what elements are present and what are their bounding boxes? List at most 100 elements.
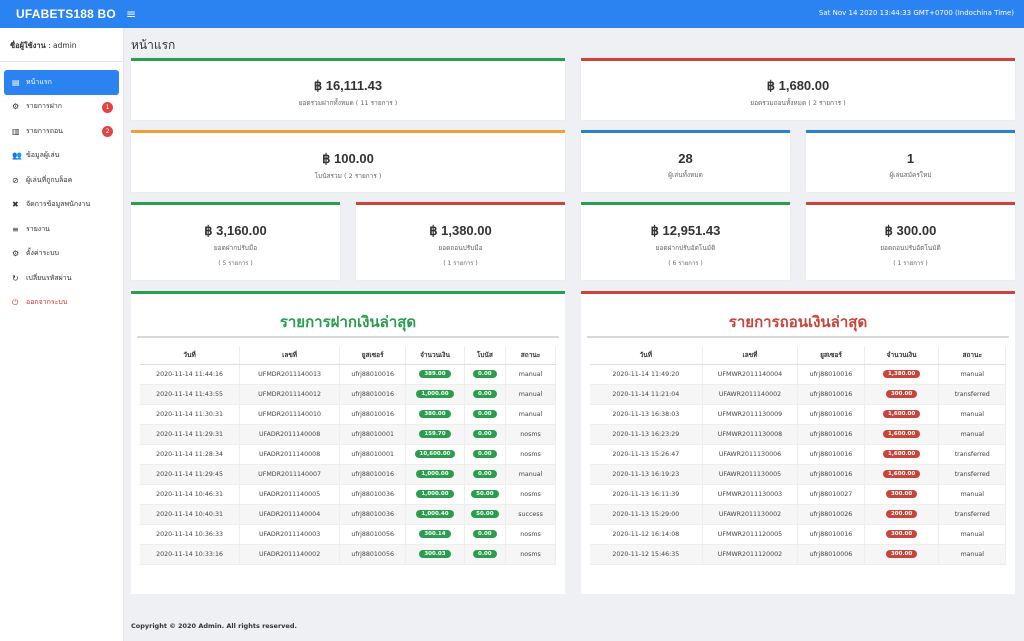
sidebar-item-6[interactable]: ≡ รายงาน (4, 217, 119, 242)
table-cell: 0.00 (464, 464, 507, 485)
table-row: 2020-11-12 16:14:08 UFMWR2011120005 ufrj88… (590, 524, 1006, 545)
power-icon: ⏻ (12, 297, 19, 307)
amount-pill: 300.00 (885, 530, 918, 538)
table-row: 2020-11-14 11:21:04 UFAWR2011140002 ufrj88… (590, 384, 1006, 405)
amount-pill: 300.00 (885, 390, 918, 398)
column-header[interactable]: เลขที่ (702, 346, 799, 365)
table-cell: UFADR2011140005 (239, 484, 340, 505)
total-deposit-label: ยอดรวมฝากทั้งหมด ( 11 รายการ ) (298, 99, 398, 107)
table-cell: 2020-11-14 11:44:16 (140, 364, 241, 385)
table-cell: 1,000.00 (405, 384, 465, 405)
column-header[interactable]: สถานะ (505, 346, 556, 365)
amount-pill: 1,600.00 (883, 430, 921, 438)
table-cell: 2020-11-13 16:19:23 (590, 464, 703, 485)
deposits-table: วันที่ เลขที่ ยูสเซอร์ จำนวนเงิน โบนัส สถานะ … (140, 346, 556, 565)
table-cell: ufrj88010016 (797, 524, 865, 545)
sidebar-item-label: หน้าแรก (26, 77, 52, 86)
table-cell: manual (505, 384, 556, 405)
dashboard-icon: ▤ (12, 77, 20, 87)
table-cell: 1,380.00 (864, 364, 940, 385)
amount-pill: 1,600.00 (883, 450, 921, 458)
table-cell: 300.00 (864, 544, 940, 565)
table-cell: ufrj88010016 (797, 364, 865, 385)
auto-withdraw-value: ฿ 300.00 (884, 223, 937, 238)
column-header[interactable]: จำนวนเงิน (405, 346, 465, 365)
amount-pill: 1,000.00 (416, 470, 454, 478)
sidebar-item-label: ออกจากระบบ (26, 298, 68, 307)
recent-deposits-title: รายการฝากเงินล่าสุด (279, 314, 417, 331)
column-header[interactable]: ยูสเซอร์ (339, 346, 407, 365)
sidebar-item-0[interactable]: ▤ หน้าแรก (4, 70, 119, 95)
manual-deposit-count: ( 5 รายการ ) (218, 260, 253, 267)
sidebar-item-label: เปลี่ยนรหัสผ่าน (26, 273, 72, 282)
sidebar-item-label: ข้อมูลผู้เล่น (26, 151, 60, 160)
divider (137, 336, 559, 338)
amount-pill: 1,000.40 (416, 510, 454, 518)
auto-deposit-label: ยอดฝากปรับอัตโนมัติ (655, 244, 716, 252)
sidebar-item-3[interactable]: 👥 ข้อมูลผู้เล่น (4, 144, 119, 169)
column-header[interactable]: วันที่ (590, 346, 703, 365)
table-cell: 1,000.40 (405, 504, 465, 525)
table-cell: 2020-11-13 16:38:03 (590, 404, 703, 425)
table-row: 2020-11-14 10:36:33 UFADR2011140003 ufrj88… (140, 524, 556, 545)
table-cell: UFAWR2011130005 (702, 464, 799, 485)
sidebar-item-1[interactable]: ⚙ รายการฝาก 1 (4, 95, 119, 120)
table-cell: 1,000.00 (405, 464, 465, 485)
table-cell: 2020-11-14 10:36:33 (140, 524, 241, 545)
auto-deposit-value: ฿ 12,951.43 (650, 223, 721, 238)
table-cell: UFADR2011140002 (239, 544, 340, 565)
hamburger-icon[interactable]: ≡ (124, 0, 138, 28)
players-card: 28 ผู้เล่นทั้งหมด (581, 130, 790, 192)
footer-copyright: Copyright © 2020 Admin. All rights reser… (131, 622, 297, 630)
table-cell: UFAWR2011130006 (702, 444, 799, 465)
table-cell: 1,600.00 (864, 464, 940, 485)
amount-pill: 1,000.00 (416, 390, 454, 398)
bonus-value: ฿ 100.00 (322, 151, 374, 166)
table-cell: 0.00 (464, 444, 507, 465)
amount-pill: 300.03 (419, 550, 451, 558)
staff-icon: ✖ (12, 200, 19, 210)
table-cell: UFAWR2011130002 (702, 504, 799, 525)
table-cell: ufrj88010001 (339, 444, 407, 465)
column-header[interactable]: เลขที่ (239, 346, 340, 365)
table-cell: transferred (938, 384, 1006, 405)
sidebar-item-2[interactable]: ▥ รายการถอน 2 (4, 119, 119, 144)
table-cell: 1,000.00 (405, 484, 465, 505)
table-cell: UFMWR2011130009 (702, 404, 799, 425)
sidebar-item-8[interactable]: ↻ เปลี่ยนรหัสผ่าน (4, 266, 119, 291)
table-cell: 0.00 (464, 544, 507, 565)
column-header[interactable]: จำนวนเงิน (864, 346, 940, 365)
sidebar-nav: ▤ หน้าแรก ⚙ รายการฝาก 1 ▥ รายการถอน 2 👥 ข้อมูลผู้… (0, 62, 123, 315)
refresh-icon: ↻ (12, 273, 19, 283)
table-cell: 200.00 (864, 504, 940, 525)
bank-icon: ▥ (12, 126, 20, 136)
page-title: หน้าแรก (131, 38, 176, 52)
column-header[interactable]: ยูสเซอร์ (797, 346, 865, 365)
table-row: 2020-11-14 11:30:31 UFMDR2011140010 ufrj88… (140, 404, 556, 425)
brand-logo[interactable]: UFABETS188 BO (0, 7, 124, 21)
table-row: 2020-11-14 11:29:31 UFADR2011140008 ufrj88… (140, 424, 556, 445)
sidebar-item-9[interactable]: ⏻ ออกจากระบบ (4, 291, 119, 316)
sidebar-item-7[interactable]: ⚙ ตั้งค่าระบบ (4, 242, 119, 267)
table-cell: manual (938, 424, 1006, 445)
report-icon: ≡ (12, 224, 19, 234)
sidebar-item-5[interactable]: ✖ จัดการข้อมูลพนักงาน (4, 193, 119, 218)
column-header[interactable]: โบนัส (464, 346, 507, 365)
table-cell: UFMDR2011140012 (239, 384, 340, 405)
column-header[interactable]: สถานะ (938, 346, 1006, 365)
table-cell: manual (938, 544, 1006, 565)
table-cell: UFAWR2011140002 (702, 384, 799, 405)
table-row: 2020-11-13 16:23:29 UFMWR2011130008 ufrj88… (590, 424, 1006, 445)
sidebar-item-label: รายการถอน (26, 126, 63, 135)
count-badge: 1 (102, 101, 113, 113)
bonus-label: โบนัสรวม ( 2 รายการ ) (314, 172, 382, 180)
total-withdraw-label: ยอดรวมถอนทั้งหมด ( 2 รายการ ) (750, 99, 846, 107)
table-cell: 2020-11-12 16:14:08 (590, 524, 703, 545)
table-cell: manual (505, 364, 556, 385)
table-cell: ufrj88010016 (339, 384, 407, 405)
table-cell: 1,600.00 (864, 424, 940, 445)
sidebar-item-4[interactable]: ⊘ ผู้เล่นที่ถูกบล็อค (4, 168, 119, 193)
total-deposit-value: ฿ 16,111.43 (313, 78, 383, 93)
table-cell: nosms (505, 544, 556, 565)
column-header[interactable]: วันที่ (140, 346, 241, 365)
